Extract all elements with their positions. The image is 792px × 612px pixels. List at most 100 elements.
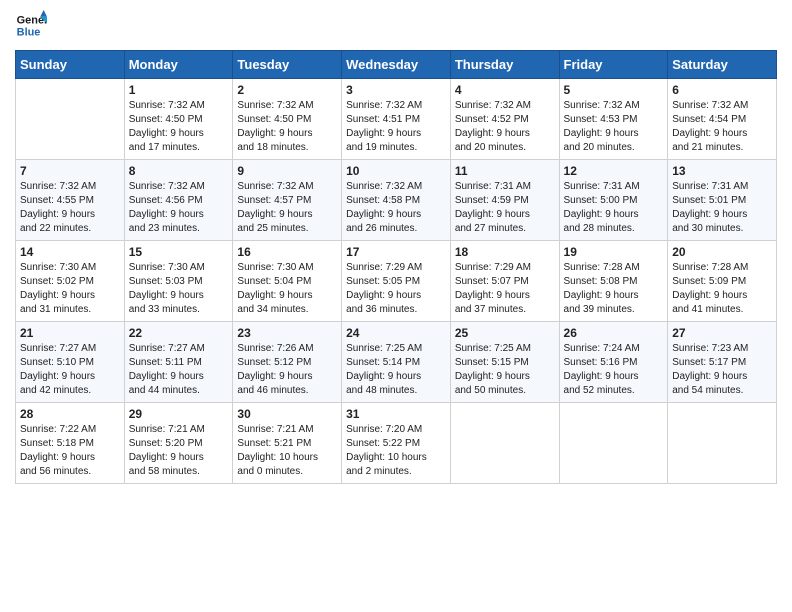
day-info: Sunrise: 7:31 AM Sunset: 4:59 PM Dayligh… (455, 180, 555, 236)
day-number: 13 (672, 164, 772, 178)
weekday-header-row: SundayMondayTuesdayWednesdayThursdayFrid… (16, 51, 777, 79)
calendar-cell (668, 403, 777, 484)
day-number: 14 (20, 245, 120, 259)
day-info: Sunrise: 7:25 AM Sunset: 5:14 PM Dayligh… (346, 342, 446, 398)
day-info: Sunrise: 7:29 AM Sunset: 5:07 PM Dayligh… (455, 261, 555, 317)
day-info: Sunrise: 7:22 AM Sunset: 5:18 PM Dayligh… (20, 423, 120, 479)
day-info: Sunrise: 7:28 AM Sunset: 5:08 PM Dayligh… (564, 261, 664, 317)
weekday-header-saturday: Saturday (668, 51, 777, 79)
calendar-cell: 25 Sunrise: 7:25 AM Sunset: 5:15 PM Dayli… (450, 322, 559, 403)
day-info: Sunrise: 7:32 AM Sunset: 4:54 PM Dayligh… (672, 99, 772, 155)
calendar-week-row: 7 Sunrise: 7:32 AM Sunset: 4:55 PM Daylig… (16, 160, 777, 241)
day-number: 10 (346, 164, 446, 178)
calendar-cell: 15 Sunrise: 7:30 AM Sunset: 5:03 PM Dayli… (124, 241, 233, 322)
day-info: Sunrise: 7:32 AM Sunset: 4:56 PM Dayligh… (129, 180, 229, 236)
calendar-cell (559, 403, 668, 484)
calendar-cell: 10Sunrise: 7:32 AM Sunset: 4:58 PM Dayli… (342, 160, 451, 241)
day-number: 8 (129, 164, 229, 178)
day-info: Sunrise: 7:30 AM Sunset: 5:02 PM Dayligh… (20, 261, 120, 317)
calendar-cell: 21 Sunrise: 7:27 AM Sunset: 5:10 PM Dayli… (16, 322, 125, 403)
main-container: General Blue SundayMondayTuesdayWednesda… (0, 0, 792, 494)
calendar-cell: 9Sunrise: 7:32 AM Sunset: 4:57 PM Daylig… (233, 160, 342, 241)
day-info: Sunrise: 7:31 AM Sunset: 5:01 PM Dayligh… (672, 180, 772, 236)
day-number: 18 (455, 245, 555, 259)
weekday-header-thursday: Thursday (450, 51, 559, 79)
calendar-week-row: 28Sunrise: 7:22 AM Sunset: 5:18 PM Dayli… (16, 403, 777, 484)
calendar-cell: 12 Sunrise: 7:31 AM Sunset: 5:00 PM Dayli… (559, 160, 668, 241)
day-info: Sunrise: 7:29 AM Sunset: 5:05 PM Dayligh… (346, 261, 446, 317)
day-info: Sunrise: 7:30 AM Sunset: 5:03 PM Dayligh… (129, 261, 229, 317)
calendar-cell: 16Sunrise: 7:30 AM Sunset: 5:04 PM Dayli… (233, 241, 342, 322)
calendar-cell: 29 Sunrise: 7:21 AM Sunset: 5:20 PM Dayli… (124, 403, 233, 484)
day-number: 29 (129, 407, 229, 421)
calendar-cell: 4 Sunrise: 7:32 AM Sunset: 4:52 PM Daylig… (450, 79, 559, 160)
calendar-cell: 14 Sunrise: 7:30 AM Sunset: 5:02 PM Dayli… (16, 241, 125, 322)
day-number: 16 (237, 245, 337, 259)
weekday-header-tuesday: Tuesday (233, 51, 342, 79)
calendar-week-row: 21 Sunrise: 7:27 AM Sunset: 5:10 PM Dayli… (16, 322, 777, 403)
day-number: 25 (455, 326, 555, 340)
calendar-cell: 31 Sunrise: 7:20 AM Sunset: 5:22 PM Dayli… (342, 403, 451, 484)
day-number: 1 (129, 83, 229, 97)
day-info: Sunrise: 7:31 AM Sunset: 5:00 PM Dayligh… (564, 180, 664, 236)
day-number: 30 (237, 407, 337, 421)
day-number: 24 (346, 326, 446, 340)
day-info: Sunrise: 7:27 AM Sunset: 5:11 PM Dayligh… (129, 342, 229, 398)
day-info: Sunrise: 7:20 AM Sunset: 5:22 PM Dayligh… (346, 423, 446, 479)
day-info: Sunrise: 7:32 AM Sunset: 4:52 PM Dayligh… (455, 99, 555, 155)
day-info: Sunrise: 7:32 AM Sunset: 4:51 PM Dayligh… (346, 99, 446, 155)
calendar-cell: 8 Sunrise: 7:32 AM Sunset: 4:56 PM Daylig… (124, 160, 233, 241)
logo-icon: General Blue (15, 10, 47, 42)
calendar-week-row: 1 Sunrise: 7:32 AM Sunset: 4:50 PM Daylig… (16, 79, 777, 160)
day-info: Sunrise: 7:32 AM Sunset: 4:50 PM Dayligh… (129, 99, 229, 155)
day-number: 23 (237, 326, 337, 340)
day-number: 27 (672, 326, 772, 340)
calendar-cell: 30Sunrise: 7:21 AM Sunset: 5:21 PM Dayli… (233, 403, 342, 484)
day-info: Sunrise: 7:32 AM Sunset: 4:53 PM Dayligh… (564, 99, 664, 155)
calendar-cell: 3 Sunrise: 7:32 AM Sunset: 4:51 PM Daylig… (342, 79, 451, 160)
calendar-cell: 13 Sunrise: 7:31 AM Sunset: 5:01 PM Dayli… (668, 160, 777, 241)
calendar-cell: 19Sunrise: 7:28 AM Sunset: 5:08 PM Dayli… (559, 241, 668, 322)
day-info: Sunrise: 7:21 AM Sunset: 5:20 PM Dayligh… (129, 423, 229, 479)
calendar-cell: 18 Sunrise: 7:29 AM Sunset: 5:07 PM Dayli… (450, 241, 559, 322)
day-number: 11 (455, 164, 555, 178)
weekday-header-wednesday: Wednesday (342, 51, 451, 79)
day-number: 2 (237, 83, 337, 97)
calendar-cell: 1 Sunrise: 7:32 AM Sunset: 4:50 PM Daylig… (124, 79, 233, 160)
calendar-cell: 22 Sunrise: 7:27 AM Sunset: 5:11 PM Dayli… (124, 322, 233, 403)
day-number: 17 (346, 245, 446, 259)
day-number: 26 (564, 326, 664, 340)
calendar-cell: 5Sunrise: 7:32 AM Sunset: 4:53 PM Daylig… (559, 79, 668, 160)
calendar-cell: 17 Sunrise: 7:29 AM Sunset: 5:05 PM Dayli… (342, 241, 451, 322)
day-number: 4 (455, 83, 555, 97)
calendar-cell: 11 Sunrise: 7:31 AM Sunset: 4:59 PM Dayli… (450, 160, 559, 241)
day-number: 9 (237, 164, 337, 178)
calendar-week-row: 14 Sunrise: 7:30 AM Sunset: 5:02 PM Dayli… (16, 241, 777, 322)
day-number: 15 (129, 245, 229, 259)
day-number: 7 (20, 164, 120, 178)
day-number: 21 (20, 326, 120, 340)
calendar-cell: 2 Sunrise: 7:32 AM Sunset: 4:50 PM Daylig… (233, 79, 342, 160)
day-number: 12 (564, 164, 664, 178)
day-number: 22 (129, 326, 229, 340)
day-number: 20 (672, 245, 772, 259)
logo: General Blue (15, 10, 51, 42)
day-info: Sunrise: 7:24 AM Sunset: 5:16 PM Dayligh… (564, 342, 664, 398)
day-number: 31 (346, 407, 446, 421)
calendar-cell (16, 79, 125, 160)
day-info: Sunrise: 7:32 AM Sunset: 4:55 PM Dayligh… (20, 180, 120, 236)
weekday-header-friday: Friday (559, 51, 668, 79)
calendar-cell: 26 Sunrise: 7:24 AM Sunset: 5:16 PM Dayli… (559, 322, 668, 403)
day-info: Sunrise: 7:27 AM Sunset: 5:10 PM Dayligh… (20, 342, 120, 398)
calendar-cell: 23Sunrise: 7:26 AM Sunset: 5:12 PM Dayli… (233, 322, 342, 403)
day-number: 3 (346, 83, 446, 97)
calendar-cell: 24 Sunrise: 7:25 AM Sunset: 5:14 PM Dayli… (342, 322, 451, 403)
day-info: Sunrise: 7:32 AM Sunset: 4:50 PM Dayligh… (237, 99, 337, 155)
day-info: Sunrise: 7:25 AM Sunset: 5:15 PM Dayligh… (455, 342, 555, 398)
day-info: Sunrise: 7:28 AM Sunset: 5:09 PM Dayligh… (672, 261, 772, 317)
calendar-table: SundayMondayTuesdayWednesdayThursdayFrid… (15, 50, 777, 484)
weekday-header-sunday: Sunday (16, 51, 125, 79)
day-info: Sunrise: 7:23 AM Sunset: 5:17 PM Dayligh… (672, 342, 772, 398)
calendar-cell: 20 Sunrise: 7:28 AM Sunset: 5:09 PM Dayli… (668, 241, 777, 322)
calendar-cell (450, 403, 559, 484)
